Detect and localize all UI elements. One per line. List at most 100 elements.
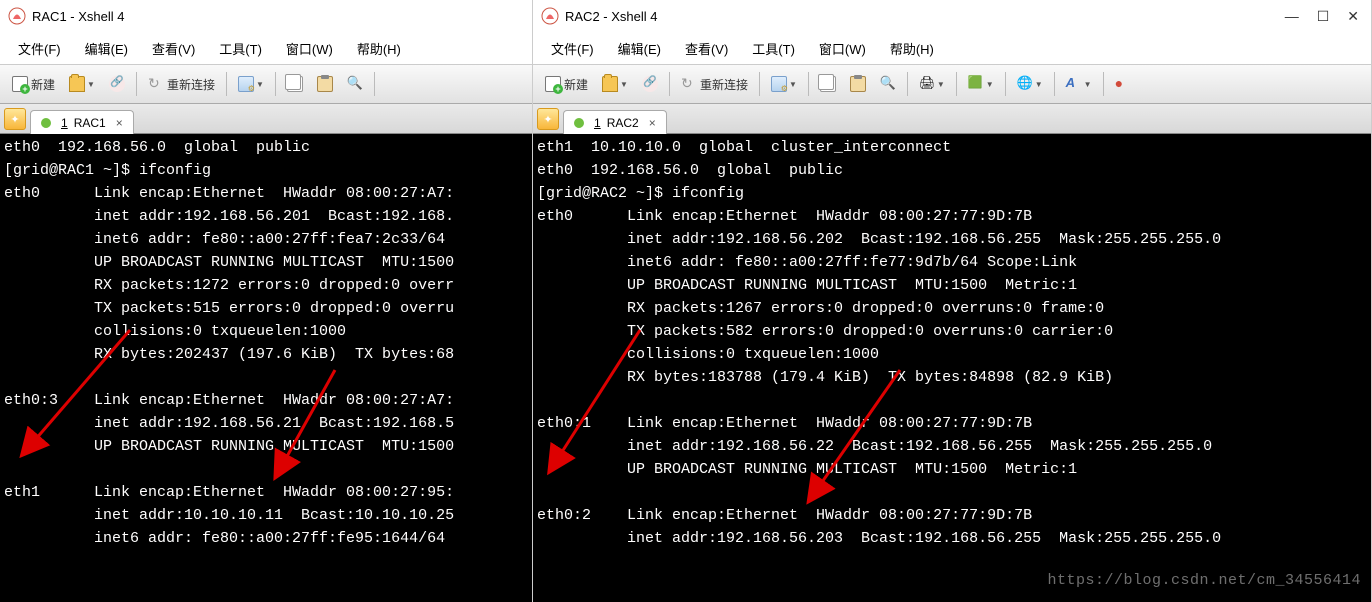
menu-edit[interactable]: 编辑(E) (606, 35, 673, 62)
copy-button[interactable] (814, 70, 842, 98)
session-status-icon (574, 118, 584, 128)
search-icon (880, 76, 896, 92)
link-button[interactable] (103, 70, 131, 98)
window-title: RAC1 - Xshell 4 (32, 9, 524, 24)
caret-down-icon: ▼ (1084, 80, 1092, 89)
tabstrip: 1 RAC1 × (0, 104, 532, 134)
menu-window[interactable]: 窗口(W) (807, 35, 878, 62)
separator (907, 72, 908, 96)
menu-edit[interactable]: 编辑(E) (73, 35, 140, 62)
tab-rac2[interactable]: 1 RAC2 × (563, 110, 667, 134)
menu-window[interactable]: 窗口(W) (274, 35, 345, 62)
find-button[interactable] (874, 70, 902, 98)
color-scheme-icon (968, 76, 984, 92)
separator (275, 72, 276, 96)
properties-button[interactable]: ▼ (765, 70, 803, 98)
separator (759, 72, 760, 96)
search-icon (347, 76, 363, 92)
print-icon (919, 76, 935, 92)
tab-number: 1 (594, 116, 601, 130)
window-controls: — ☐ ✕ (1285, 9, 1363, 23)
copy-button[interactable] (281, 70, 309, 98)
close-tab-icon[interactable]: × (649, 116, 656, 130)
print-button[interactable]: ▼ (913, 70, 951, 98)
separator (956, 72, 957, 96)
properties-button[interactable]: ▼ (232, 70, 270, 98)
link-icon (642, 76, 658, 92)
close-tab-icon[interactable]: × (116, 116, 123, 130)
menu-help[interactable]: 帮助(H) (345, 35, 413, 62)
menu-view[interactable]: 查看(V) (140, 35, 207, 62)
paste-button[interactable] (311, 70, 339, 98)
maximize-button[interactable]: ☐ (1317, 9, 1330, 23)
tabstrip: 1 RAC2 × (533, 104, 1371, 134)
menubar: 文件(F) 编辑(E) 查看(V) 工具(T) 窗口(W) 帮助(H) (0, 32, 532, 64)
encoding-button[interactable]: ▼ (1011, 70, 1049, 98)
caret-down-icon: ▼ (1035, 80, 1043, 89)
folder-open-icon (69, 76, 85, 92)
xshell-help-icon (1115, 76, 1131, 92)
window-title: RAC2 - Xshell 4 (565, 9, 1285, 24)
properties-icon (771, 76, 787, 92)
menu-file[interactable]: 文件(F) (6, 35, 73, 62)
tab-rac1[interactable]: 1 RAC1 × (30, 110, 134, 134)
new-icon (12, 76, 28, 92)
copy-icon (820, 76, 836, 92)
add-tab-button[interactable] (537, 108, 559, 130)
separator (1005, 72, 1006, 96)
paste-icon (850, 76, 866, 92)
menu-help[interactable]: 帮助(H) (878, 35, 946, 62)
session-status-icon (41, 118, 51, 128)
new-label: 新建 (31, 76, 55, 93)
toolbar: 新建 ▼ 重新连接 ▼ (0, 64, 532, 104)
caret-down-icon: ▼ (87, 80, 95, 89)
properties-icon (238, 76, 254, 92)
new-icon (545, 76, 561, 92)
separator (136, 72, 137, 96)
terminal[interactable]: eth0 192.168.56.0 global public [grid@RA… (0, 134, 532, 602)
close-button[interactable]: ✕ (1347, 9, 1359, 23)
font-icon (1066, 76, 1082, 92)
tab-title: RAC1 (74, 116, 106, 130)
new-button[interactable]: 新建 (539, 70, 594, 98)
reconnect-label: 重新连接 (700, 76, 748, 93)
menu-tool[interactable]: 工具(T) (740, 35, 807, 62)
reconnect-button[interactable]: 重新连接 (142, 70, 221, 98)
color-button[interactable]: ▼ (962, 70, 1000, 98)
tab-title: RAC2 (607, 116, 639, 130)
caret-down-icon: ▼ (256, 80, 264, 89)
pane-rac2: RAC2 - Xshell 4 — ☐ ✕ 文件(F) 编辑(E) 查看(V) … (533, 0, 1372, 602)
separator (1054, 72, 1055, 96)
separator (1103, 72, 1104, 96)
caret-down-icon: ▼ (937, 80, 945, 89)
watermark: https://blog.csdn.net/cm_34556414 (1047, 569, 1361, 592)
caret-down-icon: ▼ (986, 80, 994, 89)
new-button[interactable]: 新建 (6, 70, 61, 98)
font-button[interactable]: ▼ (1060, 70, 1098, 98)
separator (808, 72, 809, 96)
menu-tool[interactable]: 工具(T) (207, 35, 274, 62)
open-button[interactable]: ▼ (596, 70, 634, 98)
paste-icon (317, 76, 333, 92)
menubar: 文件(F) 编辑(E) 查看(V) 工具(T) 窗口(W) 帮助(H) (533, 32, 1371, 64)
reconnect-button[interactable]: 重新连接 (675, 70, 754, 98)
separator (669, 72, 670, 96)
copy-icon (287, 76, 303, 92)
pane-rac1: RAC1 - Xshell 4 文件(F) 编辑(E) 查看(V) 工具(T) … (0, 0, 533, 602)
help-button[interactable] (1109, 70, 1137, 98)
menu-file[interactable]: 文件(F) (539, 35, 606, 62)
caret-down-icon: ▼ (620, 80, 628, 89)
terminal[interactable]: eth1 10.10.10.0 global cluster_interconn… (533, 134, 1371, 602)
menu-view[interactable]: 查看(V) (673, 35, 740, 62)
reconnect-icon (148, 76, 164, 92)
globe-icon (1017, 76, 1033, 92)
folder-open-icon (602, 76, 618, 92)
link-button[interactable] (636, 70, 664, 98)
paste-button[interactable] (844, 70, 872, 98)
reconnect-label: 重新连接 (167, 76, 215, 93)
add-tab-button[interactable] (4, 108, 26, 130)
open-button[interactable]: ▼ (63, 70, 101, 98)
minimize-button[interactable]: — (1285, 9, 1299, 23)
find-button[interactable] (341, 70, 369, 98)
reconnect-icon (681, 76, 697, 92)
